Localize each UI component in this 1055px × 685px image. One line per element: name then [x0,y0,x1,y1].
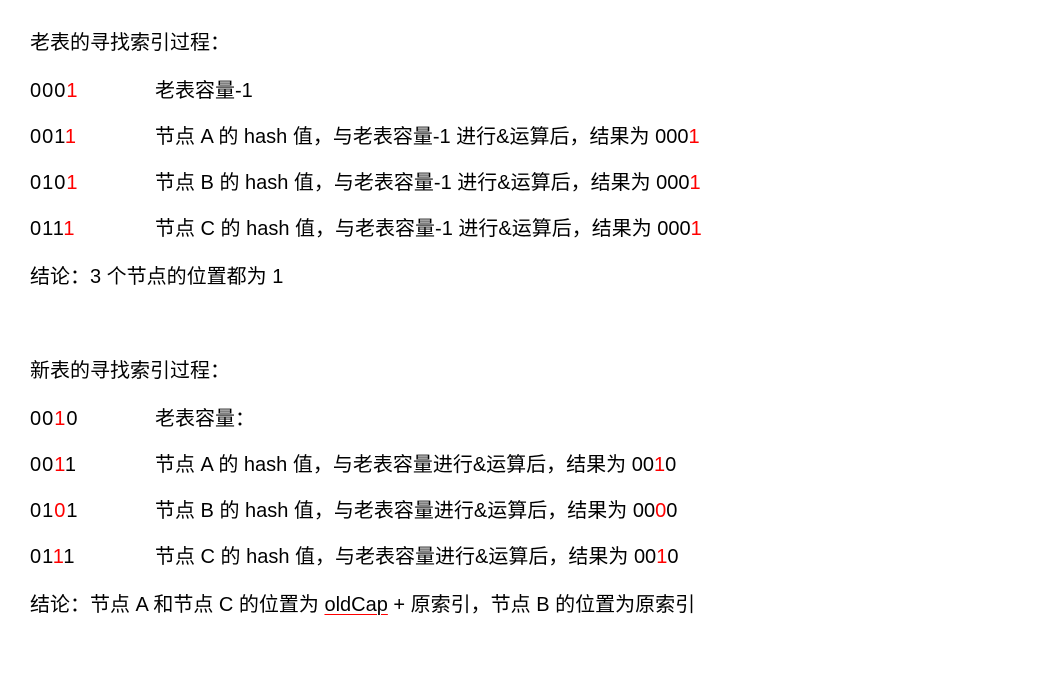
binary-value: 0011 [30,114,155,160]
description: 节点 C 的 hash 值，与老表容量进行&运算后，结果为 0010 [155,534,1025,580]
section1-conclusion: 结论：3 个节点的位置都为 1 [30,254,1025,300]
binary-value: 0011 [30,442,155,488]
section2-row2: 0101 节点 B 的 hash 值，与老表容量进行&运算后，结果为 0000 [30,488,1025,534]
description: 节点 A 的 hash 值，与老表容量-1 进行&运算后，结果为 0001 [155,114,1025,160]
section1-row3: 0111 节点 C 的 hash 值，与老表容量-1 进行&运算后，结果为 00… [30,206,1025,252]
description: 节点 B 的 hash 值，与老表容量进行&运算后，结果为 0000 [155,488,1025,534]
section2-row1: 0011 节点 A 的 hash 值，与老表容量进行&运算后，结果为 0010 [30,442,1025,488]
section1-row0: 0001 老表容量-1 [30,68,1025,114]
binary-value: 0010 [30,396,155,442]
section1-title: 老表的寻找索引过程： [30,20,1025,66]
section-old-table: 老表的寻找索引过程： 0001 老表容量-1 0011 节点 A 的 hash … [30,20,1025,300]
description: 老表容量-1 [155,68,1025,114]
section2-title: 新表的寻找索引过程： [30,348,1025,394]
description: 节点 A 的 hash 值，与老表容量进行&运算后，结果为 0010 [155,442,1025,488]
section2-row3: 0111 节点 C 的 hash 值，与老表容量进行&运算后，结果为 0010 [30,534,1025,580]
binary-value: 0111 [30,534,155,580]
binary-value: 0101 [30,160,155,206]
binary-value: 0111 [30,206,155,252]
underlined-oldcap: oldCap [324,594,387,616]
section-spacer [30,300,1025,348]
binary-value: 0101 [30,488,155,534]
section1-row2: 0101 节点 B 的 hash 值，与老表容量-1 进行&运算后，结果为 00… [30,160,1025,206]
section2-row0: 0010 老表容量： [30,396,1025,442]
description: 节点 C 的 hash 值，与老表容量-1 进行&运算后，结果为 0001 [155,206,1025,252]
description: 节点 B 的 hash 值，与老表容量-1 进行&运算后，结果为 0001 [155,160,1025,206]
binary-value: 0001 [30,68,155,114]
section-new-table: 新表的寻找索引过程： 0010 老表容量： 0011 节点 A 的 hash 值… [30,348,1025,628]
section2-conclusion: 结论：节点 A 和节点 C 的位置为 oldCap + 原索引，节点 B 的位置… [30,582,1025,628]
description: 老表容量： [155,396,1025,442]
section1-row1: 0011 节点 A 的 hash 值，与老表容量-1 进行&运算后，结果为 00… [30,114,1025,160]
